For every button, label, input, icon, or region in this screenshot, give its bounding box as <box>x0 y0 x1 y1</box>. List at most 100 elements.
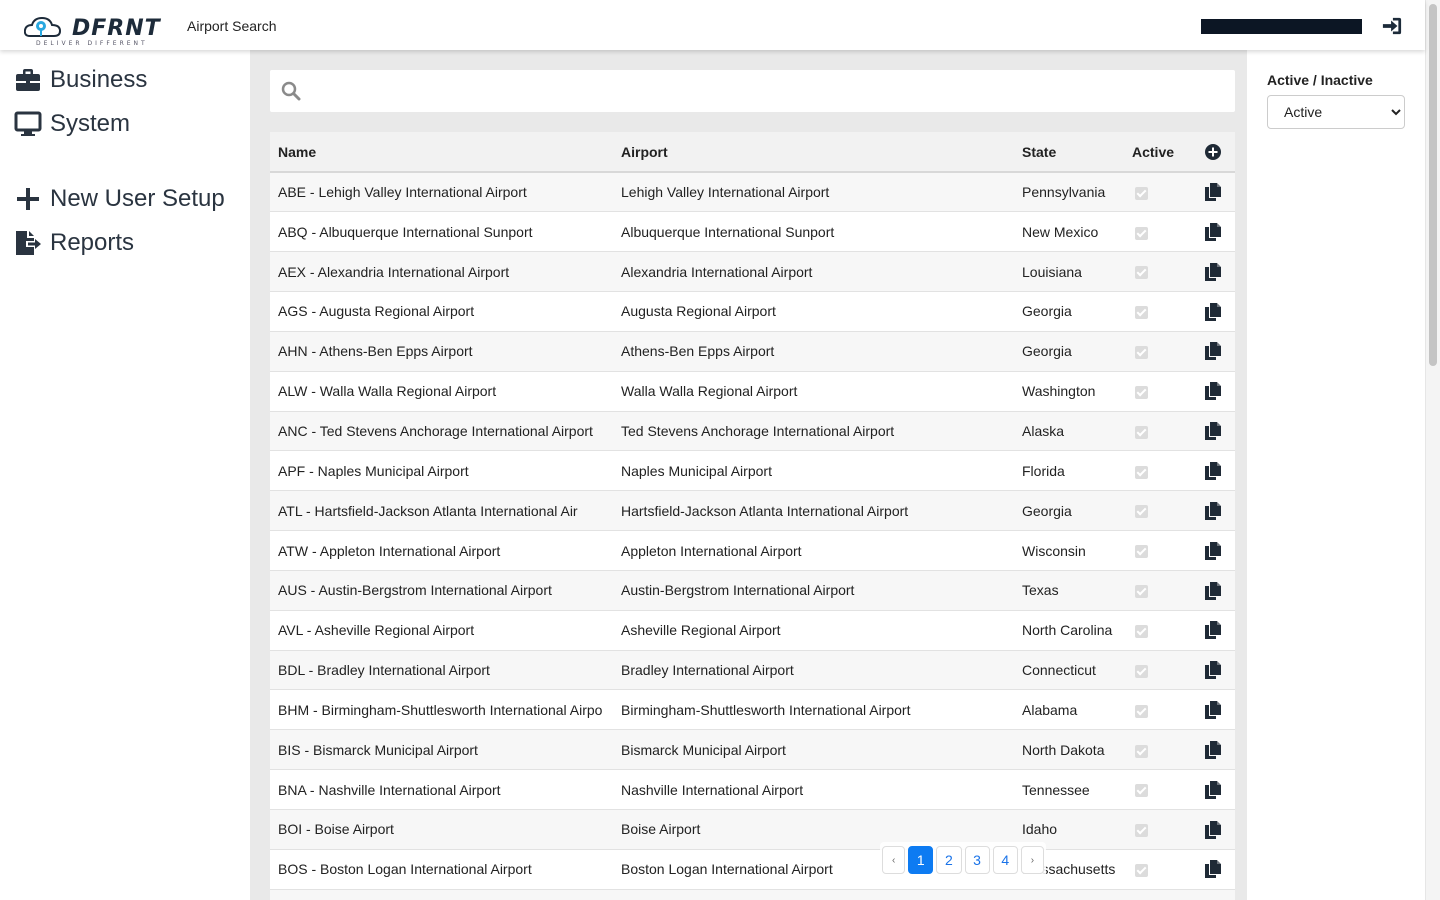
table-row[interactable]: ABE - Lehigh Valley International Airpor… <box>270 172 1235 213</box>
copy-icon[interactable] <box>1204 701 1221 720</box>
copy-icon[interactable] <box>1204 302 1221 321</box>
table-row[interactable]: AHN - Athens-Ben Epps Airport Athens-Ben … <box>270 331 1235 372</box>
copy-icon[interactable] <box>1204 740 1221 759</box>
table-row[interactable]: BDL - Bradley International Airport Bradl… <box>270 650 1235 691</box>
cell-state: North Dakota <box>1014 729 1124 771</box>
add-circle-icon[interactable] <box>1204 144 1221 161</box>
column-header-active[interactable]: Active <box>1124 132 1190 173</box>
sidebar-item-new-user-setup[interactable]: New User Setup <box>14 185 225 213</box>
page-scrollbar-thumb[interactable] <box>1429 4 1437 366</box>
sidebar-item-system[interactable]: System <box>14 110 130 138</box>
table-row[interactable]: ANC - Ted Stevens Anchorage Internationa… <box>270 411 1235 452</box>
cell-airport: Naples Municipal Airport <box>613 450 1014 492</box>
cell-state: Wisconsin <box>1014 530 1124 571</box>
active-checkbox <box>1135 425 1148 439</box>
table-row[interactable]: AUS - Austin-Bergstrom International Air… <box>270 570 1235 611</box>
cell-actions <box>1190 769 1235 810</box>
copy-icon[interactable] <box>1204 780 1221 799</box>
cell-active <box>1124 172 1190 213</box>
pagination-page-2[interactable]: 2 <box>936 846 962 874</box>
table-row[interactable]: AEX - Alexandria International Airport Al… <box>270 251 1235 293</box>
sign-in-icon[interactable] <box>1381 16 1403 36</box>
cell-active <box>1124 490 1190 532</box>
cell-airport <box>613 889 1014 900</box>
table-row[interactable]: AVL - Asheville Regional Airport Ashevill… <box>270 610 1235 651</box>
search-bar[interactable] <box>270 70 1235 112</box>
column-header-state[interactable]: State <box>1014 132 1124 173</box>
table-row[interactable]: AGS - Augusta Regional Airport Augusta Re… <box>270 291 1235 332</box>
cell-state: Georgia <box>1014 291 1124 332</box>
cell-state <box>1014 889 1124 900</box>
cell-name: APF - Naples Municipal Airport <box>270 450 613 492</box>
copy-icon[interactable] <box>1204 222 1221 241</box>
table-row[interactable]: BHM - Birmingham-Shuttlesworth Internati… <box>270 689 1235 731</box>
cell-actions <box>1190 251 1235 293</box>
cell-active <box>1124 371 1190 412</box>
table-row[interactable]: ALW - Walla Walla Regional Airport Walla … <box>270 371 1235 412</box>
copy-icon[interactable] <box>1204 541 1221 560</box>
active-checkbox <box>1135 186 1148 200</box>
cell-name: BNA - Nashville International Airport <box>270 769 613 810</box>
cell-actions <box>1190 211 1235 253</box>
active-checkbox <box>1135 306 1148 320</box>
copy-icon[interactable] <box>1204 262 1221 281</box>
table-row[interactable]: BOS - Boston Logan International Airport… <box>270 849 1235 890</box>
cell-state: Alabama <box>1014 689 1124 731</box>
cell-active <box>1124 769 1190 810</box>
cell-state: Georgia <box>1014 331 1124 372</box>
cell-actions <box>1190 809 1235 850</box>
cell-airport: Augusta Regional Airport <box>613 291 1014 332</box>
table-row[interactable]: ATL - Hartsfield-Jackson Atlanta Interna… <box>270 490 1235 532</box>
table-row[interactable]: BNA - Nashville International Airport Nas… <box>270 769 1235 810</box>
cell-airport: Bismarck Municipal Airport <box>613 729 1014 771</box>
search-input[interactable] <box>312 78 1222 104</box>
copy-icon[interactable] <box>1204 820 1221 839</box>
cell-active <box>1124 251 1190 293</box>
copy-icon[interactable] <box>1204 382 1221 401</box>
column-header-airport[interactable]: Airport <box>613 132 1014 173</box>
cell-active <box>1124 689 1190 731</box>
copy-icon[interactable] <box>1204 501 1221 520</box>
copy-icon[interactable] <box>1204 422 1221 441</box>
pagination: ‹ 1 2 3 4 › <box>880 842 1046 878</box>
pagination-prev-button[interactable]: ‹ <box>882 846 906 874</box>
table-row[interactable]: ABQ - Albuquerque International Sunport A… <box>270 211 1235 253</box>
user-name-redacted[interactable] <box>1201 19 1362 34</box>
table-row[interactable]: ATW - Appleton International Airport Appl… <box>270 530 1235 571</box>
table-row[interactable] <box>270 889 1235 900</box>
active-checkbox <box>1135 465 1148 479</box>
copy-icon[interactable] <box>1204 581 1221 600</box>
table-row[interactable]: BOI - Boise Airport Boise Airport Idaho <box>270 809 1235 850</box>
active-checkbox <box>1135 784 1148 798</box>
cell-actions <box>1190 689 1235 731</box>
pagination-page-1[interactable]: 1 <box>908 846 934 874</box>
column-header-name[interactable]: Name <box>270 132 613 173</box>
pagination-page-3[interactable]: 3 <box>964 846 990 874</box>
copy-icon[interactable] <box>1204 461 1221 480</box>
copy-icon[interactable] <box>1204 183 1221 202</box>
cell-active <box>1124 211 1190 253</box>
sidebar-item-business[interactable]: Business <box>14 66 147 94</box>
active-checkbox <box>1135 226 1148 240</box>
cell-airport: Hartsfield-Jackson Atlanta International… <box>613 490 1014 532</box>
sidebar-item-label: New User Setup <box>50 185 225 212</box>
cell-actions <box>1190 411 1235 452</box>
cell-state: Texas <box>1014 570 1124 611</box>
dfrnt-logo[interactable]: DFRNT DELIVER DIFFERENT <box>24 12 164 47</box>
cell-airport: Nashville International Airport <box>613 769 1014 810</box>
cell-actions <box>1190 172 1235 213</box>
cell-name: AVL - Asheville Regional Airport <box>270 610 613 651</box>
cell-airport: Walla Walla Regional Airport <box>613 371 1014 412</box>
active-inactive-select[interactable]: Active <box>1267 95 1405 129</box>
pagination-next-button[interactable]: › <box>1020 846 1044 874</box>
table-header-row: Name Airport State Active <box>270 132 1235 173</box>
table-row[interactable]: APF - Naples Municipal Airport Naples Mun… <box>270 450 1235 492</box>
copy-icon[interactable] <box>1204 621 1221 640</box>
copy-icon[interactable] <box>1204 342 1221 361</box>
sidebar-item-reports[interactable]: Reports <box>14 229 134 257</box>
copy-icon[interactable] <box>1204 860 1221 879</box>
table-row[interactable]: BIS - Bismarck Municipal Airport Bismarck… <box>270 729 1235 771</box>
cell-actions <box>1190 291 1235 332</box>
copy-icon[interactable] <box>1204 661 1221 680</box>
pagination-page-4[interactable]: 4 <box>992 846 1018 874</box>
